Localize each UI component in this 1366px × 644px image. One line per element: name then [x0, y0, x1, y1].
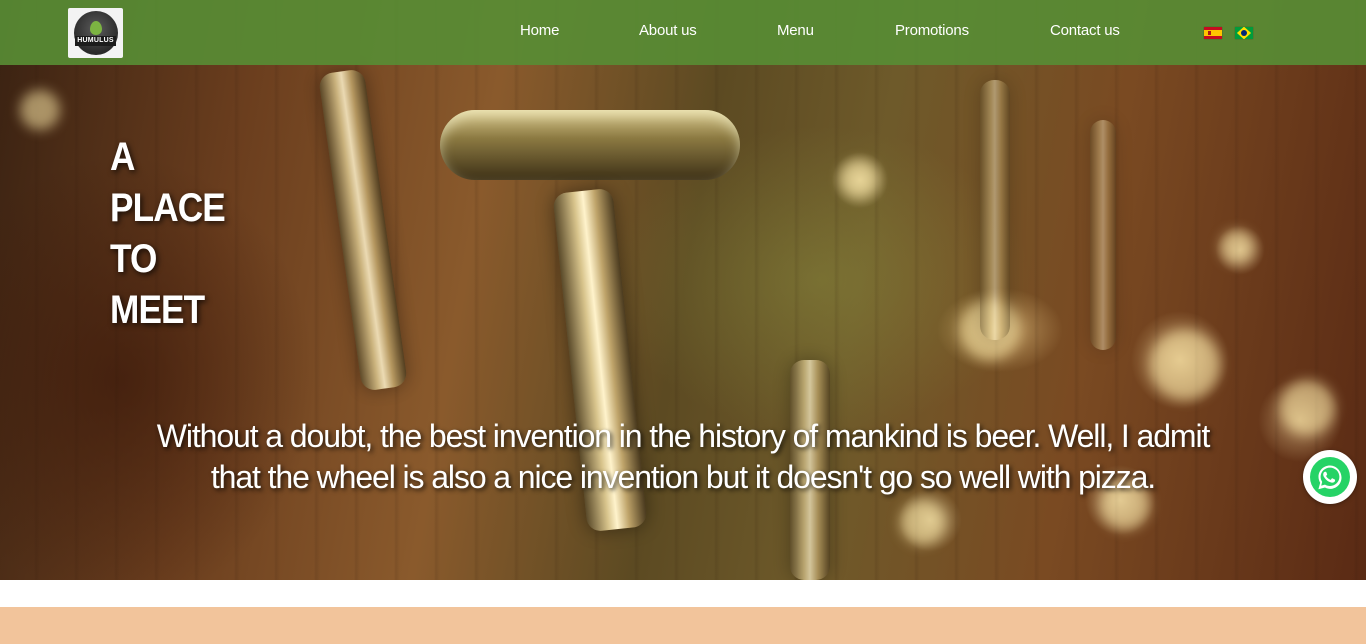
headline-line: A: [110, 135, 135, 179]
hero-section: A PLACE TO MEET Without a doubt, the bes…: [0, 0, 1366, 580]
quote-line: that the wheel is also a nice invention …: [210, 459, 1156, 495]
bokeh-light: [20, 90, 60, 130]
bokeh-light: [900, 500, 945, 545]
quote-line: Without a doubt, the best invention in t…: [156, 418, 1211, 454]
nav-item-promotions[interactable]: Promotions: [895, 22, 969, 39]
nav-item-about-us[interactable]: About us: [639, 22, 697, 39]
logo-badge: HUMULUS: [73, 11, 118, 55]
section-divider: [0, 580, 1366, 607]
whatsapp-icon: [1310, 457, 1350, 497]
brazil-flag-icon[interactable]: [1235, 27, 1253, 39]
tap-handle: [980, 80, 1010, 340]
bokeh-light: [1150, 330, 1220, 400]
headline-line: TO: [110, 237, 157, 281]
bokeh-light: [1280, 380, 1335, 435]
whatsapp-button[interactable]: [1303, 450, 1357, 504]
nav-item-menu[interactable]: Menu: [777, 22, 814, 39]
nav-item-contact-us[interactable]: Contact us: [1050, 22, 1120, 39]
bokeh-light: [1220, 230, 1254, 264]
spain-crest: [1208, 31, 1211, 35]
nav-item-home[interactable]: Home: [520, 22, 559, 39]
hero-headline: A PLACE TO MEET: [110, 132, 310, 336]
logo-text: HUMULUS: [75, 35, 116, 46]
brazil-globe: [1241, 30, 1247, 36]
hero-quote: Without a doubt, the best invention in t…: [150, 416, 1216, 498]
tap-handle: [317, 68, 409, 392]
headline-line: PLACE: [110, 186, 226, 230]
site-logo[interactable]: HUMULUS: [68, 8, 123, 58]
tap-handle: [1090, 120, 1116, 350]
top-navigation: HUMULUS Home About us Menu Promotions Co…: [0, 0, 1366, 65]
page: A PLACE TO MEET Without a doubt, the bes…: [0, 0, 1366, 644]
tap-head: [440, 110, 740, 180]
spain-flag-icon[interactable]: [1204, 27, 1222, 39]
next-section: [0, 607, 1366, 644]
bokeh-light: [840, 160, 878, 198]
headline-line: MEET: [110, 288, 205, 332]
hop-icon: [89, 20, 102, 35]
